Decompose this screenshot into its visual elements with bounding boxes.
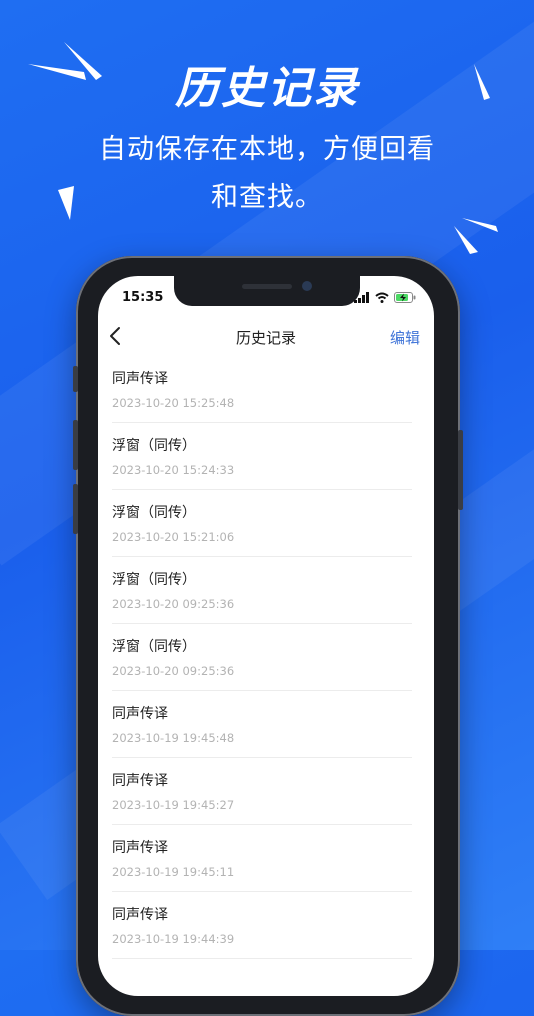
status-time: 15:35	[122, 290, 164, 305]
history-list: 同声传译 2023-10-20 15:25:48 浮窗（同传） 2023-10-…	[98, 356, 434, 959]
cellular-signal-icon	[354, 291, 369, 303]
history-item[interactable]: 同声传译 2023-10-20 15:25:48	[112, 356, 412, 423]
phone-volume-up	[73, 420, 78, 470]
history-item[interactable]: 浮窗（同传） 2023-10-20 15:21:06	[112, 490, 412, 557]
navigation-bar: 历史记录 编辑	[98, 318, 434, 356]
history-item[interactable]: 同声传译 2023-10-19 19:44:39	[112, 892, 412, 959]
phone-notch	[174, 276, 360, 306]
subtitle-line-1: 自动保存在本地，方便回看	[99, 134, 435, 165]
history-item[interactable]: 浮窗（同传） 2023-10-20 15:24:33	[112, 423, 412, 490]
front-camera	[302, 281, 312, 291]
wifi-icon	[375, 292, 389, 303]
history-item[interactable]: 同声传译 2023-10-19 19:45:48	[112, 691, 412, 758]
phone-power-button	[458, 430, 463, 510]
history-item-time: 2023-10-19 19:45:48	[112, 731, 235, 745]
subtitle-line-2: 和查找。	[211, 182, 323, 213]
edit-button[interactable]: 编辑	[390, 327, 420, 348]
history-item-time: 2023-10-20 15:21:06	[112, 530, 235, 544]
phone-screen: 15:35 历史记录 编辑 同声传译 2023-10-20 15:25:48 浮…	[98, 276, 434, 996]
history-item-title: 浮窗（同传）	[112, 438, 196, 454]
status-icons	[354, 291, 416, 303]
history-item-time: 2023-10-20 09:25:36	[112, 597, 235, 611]
history-item[interactable]: 浮窗（同传） 2023-10-20 09:25:36	[112, 624, 412, 691]
speaker-grille	[242, 284, 292, 289]
history-item-title: 同声传译	[112, 840, 168, 856]
history-item-title: 同声传译	[112, 371, 168, 387]
history-item-title: 同声传译	[112, 773, 168, 789]
battery-charging-icon	[394, 291, 416, 303]
history-item-title: 浮窗（同传）	[112, 639, 196, 655]
history-item-time: 2023-10-20 09:25:36	[112, 664, 235, 678]
history-item-time: 2023-10-20 15:24:33	[112, 463, 235, 477]
phone-side-button	[73, 366, 78, 392]
history-item-title: 同声传译	[112, 706, 168, 722]
headline: 历史记录	[175, 63, 359, 114]
history-item-title: 浮窗（同传）	[112, 572, 196, 588]
history-item-time: 2023-10-19 19:45:27	[112, 798, 235, 812]
history-item-time: 2023-10-20 15:25:48	[112, 396, 235, 410]
history-item-time: 2023-10-19 19:44:39	[112, 932, 235, 946]
history-item-title: 浮窗（同传）	[112, 505, 196, 521]
page-title: 历史记录	[235, 329, 296, 347]
subtitle: 自动保存在本地，方便回看 和查找。	[80, 126, 454, 222]
history-item-title: 同声传译	[112, 907, 168, 923]
history-item[interactable]: 同声传译 2023-10-19 19:45:27	[112, 758, 412, 825]
history-item[interactable]: 浮窗（同传） 2023-10-20 09:25:36	[112, 557, 412, 624]
phone-volume-down	[73, 484, 78, 534]
history-item-time: 2023-10-19 19:45:11	[112, 865, 235, 879]
history-item[interactable]: 同声传译 2023-10-19 19:45:11	[112, 825, 412, 892]
